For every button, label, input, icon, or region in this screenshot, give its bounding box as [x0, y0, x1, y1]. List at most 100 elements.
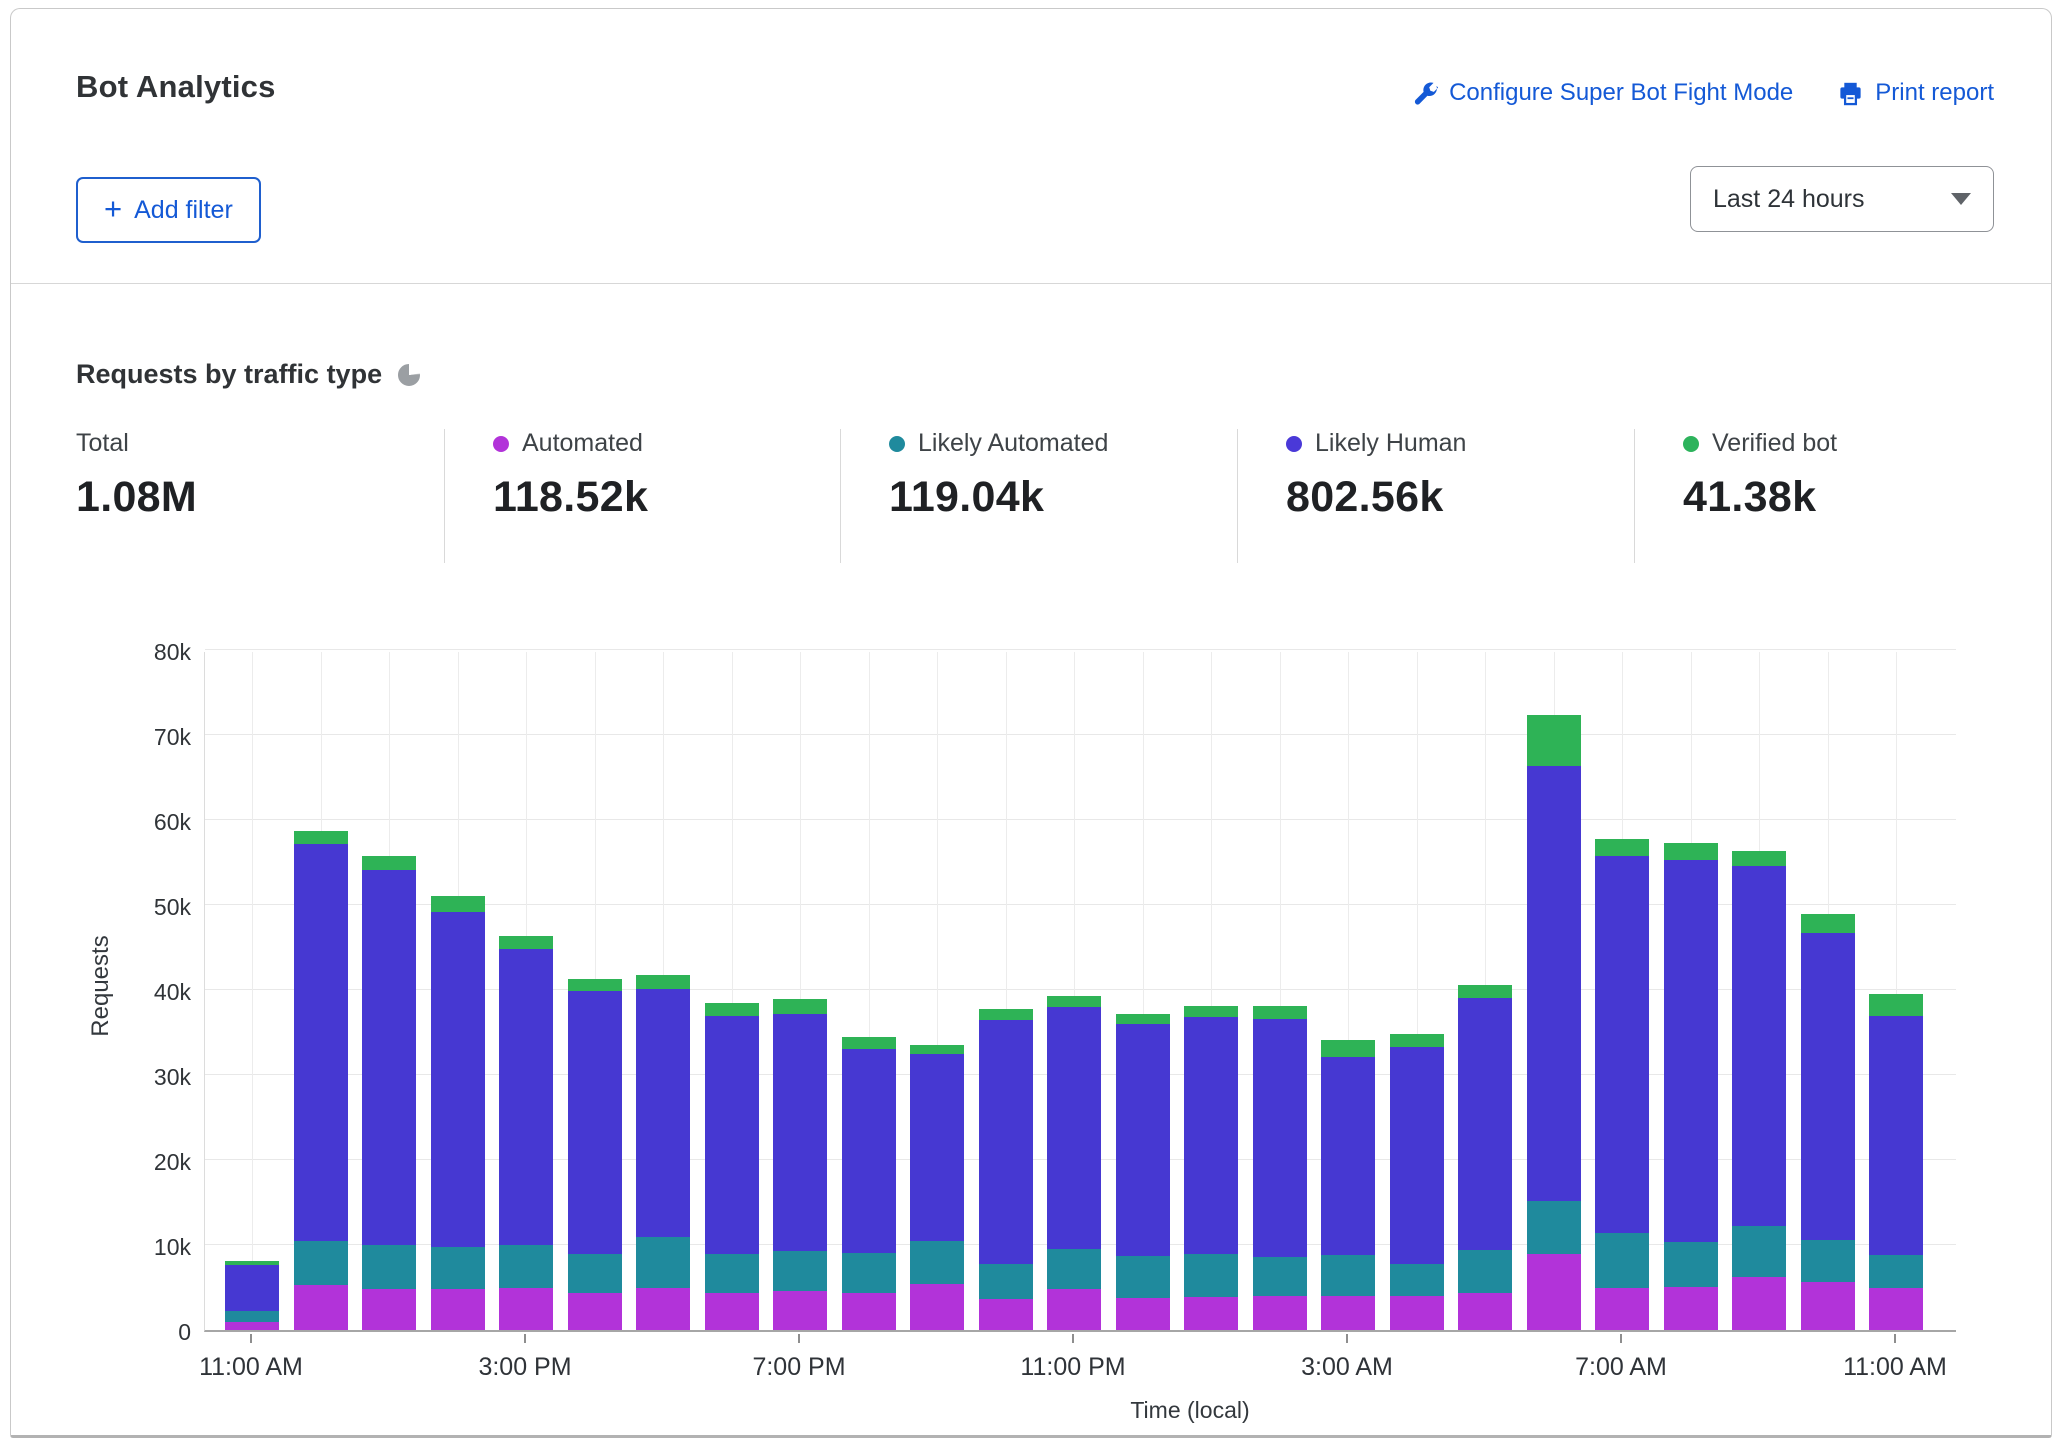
bar-segment-likely-automated[interactable]	[1664, 1242, 1718, 1287]
bar-segment-verified-bot[interactable]	[1801, 914, 1855, 933]
bar-segment-automated[interactable]	[1184, 1297, 1238, 1330]
bar-segment-likely-human[interactable]	[1321, 1057, 1375, 1255]
bar-segment-verified-bot[interactable]	[636, 975, 690, 989]
bar-segment-likely-human[interactable]	[1664, 860, 1718, 1242]
bar-segment-automated[interactable]	[705, 1293, 759, 1330]
add-filter-button[interactable]: + Add filter	[76, 177, 261, 243]
bar-segment-likely-automated[interactable]	[294, 1241, 348, 1285]
bar-segment-likely-automated[interactable]	[362, 1245, 416, 1289]
bar-segment-likely-human[interactable]	[294, 844, 348, 1241]
time-range-dropdown[interactable]: Last 24 hours	[1690, 166, 1994, 232]
bar-segment-automated[interactable]	[1047, 1289, 1101, 1330]
configure-super-bot-fight-mode-link[interactable]: Configure Super Bot Fight Mode	[1411, 79, 1793, 107]
bar-segment-verified-bot[interactable]	[499, 936, 553, 950]
stat-likely-automated[interactable]: Likely Automated 119.04k	[840, 429, 1237, 563]
bar-segment-automated[interactable]	[1321, 1296, 1375, 1330]
bar-segment-verified-bot[interactable]	[773, 999, 827, 1013]
stat-automated[interactable]: Automated 118.52k	[444, 429, 840, 563]
bar-segment-likely-automated[interactable]	[1869, 1255, 1923, 1288]
bar-segment-verified-bot[interactable]	[431, 896, 485, 912]
bar-segment-automated[interactable]	[1595, 1288, 1649, 1331]
bar-segment-verified-bot[interactable]	[362, 856, 416, 870]
bar-segment-automated[interactable]	[979, 1299, 1033, 1330]
bar-segment-likely-automated[interactable]	[568, 1254, 622, 1293]
bar-segment-likely-human[interactable]	[499, 949, 553, 1245]
stat-verified-bot[interactable]: Verified bot 41.38k	[1634, 429, 1974, 563]
bar-segment-likely-automated[interactable]	[1390, 1264, 1444, 1296]
bar-segment-likely-automated[interactable]	[773, 1251, 827, 1291]
bar-segment-likely-automated[interactable]	[1047, 1249, 1101, 1289]
bar-segment-likely-automated[interactable]	[1595, 1233, 1649, 1287]
bar-segment-verified-bot[interactable]	[979, 1009, 1033, 1020]
bar-segment-likely-automated[interactable]	[1184, 1254, 1238, 1297]
bar-segment-likely-human[interactable]	[1595, 856, 1649, 1233]
bar-segment-verified-bot[interactable]	[225, 1261, 279, 1265]
bar-segment-automated[interactable]	[1527, 1254, 1581, 1331]
bar-segment-likely-human[interactable]	[842, 1049, 896, 1253]
bar-segment-automated[interactable]	[225, 1322, 279, 1331]
bar-segment-verified-bot[interactable]	[568, 979, 622, 991]
bar-segment-automated[interactable]	[1458, 1293, 1512, 1330]
bar-segment-likely-human[interactable]	[1116, 1024, 1170, 1256]
bar-segment-likely-human[interactable]	[431, 912, 485, 1247]
bar-segment-likely-human[interactable]	[362, 870, 416, 1245]
bar-segment-likely-human[interactable]	[1047, 1007, 1101, 1249]
bar-segment-automated[interactable]	[1664, 1287, 1718, 1330]
bar-segment-likely-automated[interactable]	[1253, 1257, 1307, 1296]
bar-segment-automated[interactable]	[773, 1291, 827, 1330]
bar-segment-likely-human[interactable]	[636, 989, 690, 1237]
bar-segment-verified-bot[interactable]	[1664, 843, 1718, 860]
bar-segment-automated[interactable]	[1116, 1298, 1170, 1330]
bar-segment-automated[interactable]	[910, 1284, 964, 1330]
bar-segment-likely-human[interactable]	[1390, 1047, 1444, 1264]
bar-segment-automated[interactable]	[1253, 1296, 1307, 1330]
bar-segment-automated[interactable]	[431, 1289, 485, 1330]
bar-segment-likely-automated[interactable]	[1458, 1250, 1512, 1293]
bar-segment-verified-bot[interactable]	[1321, 1040, 1375, 1057]
bar-segment-likely-human[interactable]	[910, 1054, 964, 1241]
bar-segment-likely-human[interactable]	[1253, 1019, 1307, 1257]
stat-likely-human[interactable]: Likely Human 802.56k	[1237, 429, 1634, 563]
bar-segment-likely-automated[interactable]	[1801, 1240, 1855, 1283]
bar-segment-verified-bot[interactable]	[1253, 1006, 1307, 1019]
bar-segment-verified-bot[interactable]	[1184, 1006, 1238, 1017]
bar-segment-automated[interactable]	[1732, 1277, 1786, 1330]
print-report-link[interactable]: Print report	[1837, 79, 1994, 107]
bar-segment-automated[interactable]	[842, 1293, 896, 1330]
bar-segment-verified-bot[interactable]	[1458, 985, 1512, 998]
bar-segment-likely-human[interactable]	[979, 1020, 1033, 1264]
bar-segment-likely-human[interactable]	[568, 991, 622, 1255]
bar-segment-likely-human[interactable]	[1458, 998, 1512, 1250]
bar-segment-likely-human[interactable]	[1732, 866, 1786, 1226]
bar-segment-automated[interactable]	[568, 1293, 622, 1330]
bar-segment-likely-automated[interactable]	[225, 1311, 279, 1321]
bar-segment-likely-automated[interactable]	[910, 1241, 964, 1284]
bar-segment-verified-bot[interactable]	[705, 1003, 759, 1017]
bar-segment-verified-bot[interactable]	[910, 1045, 964, 1054]
bar-segment-automated[interactable]	[1801, 1282, 1855, 1330]
bar-segment-automated[interactable]	[294, 1285, 348, 1330]
bar-segment-likely-automated[interactable]	[705, 1254, 759, 1292]
bar-segment-automated[interactable]	[362, 1289, 416, 1330]
bar-segment-likely-human[interactable]	[1801, 933, 1855, 1240]
bar-segment-likely-human[interactable]	[773, 1014, 827, 1251]
bar-segment-likely-automated[interactable]	[1116, 1256, 1170, 1298]
bar-segment-likely-automated[interactable]	[636, 1237, 690, 1287]
bar-segment-verified-bot[interactable]	[1116, 1014, 1170, 1024]
bar-segment-verified-bot[interactable]	[1527, 715, 1581, 766]
bar-segment-verified-bot[interactable]	[1869, 994, 1923, 1016]
bar-segment-likely-automated[interactable]	[499, 1245, 553, 1288]
bar-segment-likely-human[interactable]	[1869, 1016, 1923, 1255]
bar-segment-likely-human[interactable]	[1527, 766, 1581, 1201]
bar-segment-likely-automated[interactable]	[431, 1247, 485, 1290]
bar-segment-verified-bot[interactable]	[1047, 996, 1101, 1007]
bar-segment-likely-automated[interactable]	[979, 1264, 1033, 1300]
bar-segment-automated[interactable]	[1390, 1296, 1444, 1330]
bar-segment-verified-bot[interactable]	[294, 831, 348, 844]
bar-segment-verified-bot[interactable]	[1390, 1034, 1444, 1047]
bar-segment-likely-automated[interactable]	[1527, 1201, 1581, 1254]
bar-segment-likely-human[interactable]	[1184, 1017, 1238, 1254]
bar-segment-likely-human[interactable]	[705, 1016, 759, 1254]
bar-segment-likely-automated[interactable]	[1321, 1255, 1375, 1296]
bar-segment-verified-bot[interactable]	[1732, 851, 1786, 866]
